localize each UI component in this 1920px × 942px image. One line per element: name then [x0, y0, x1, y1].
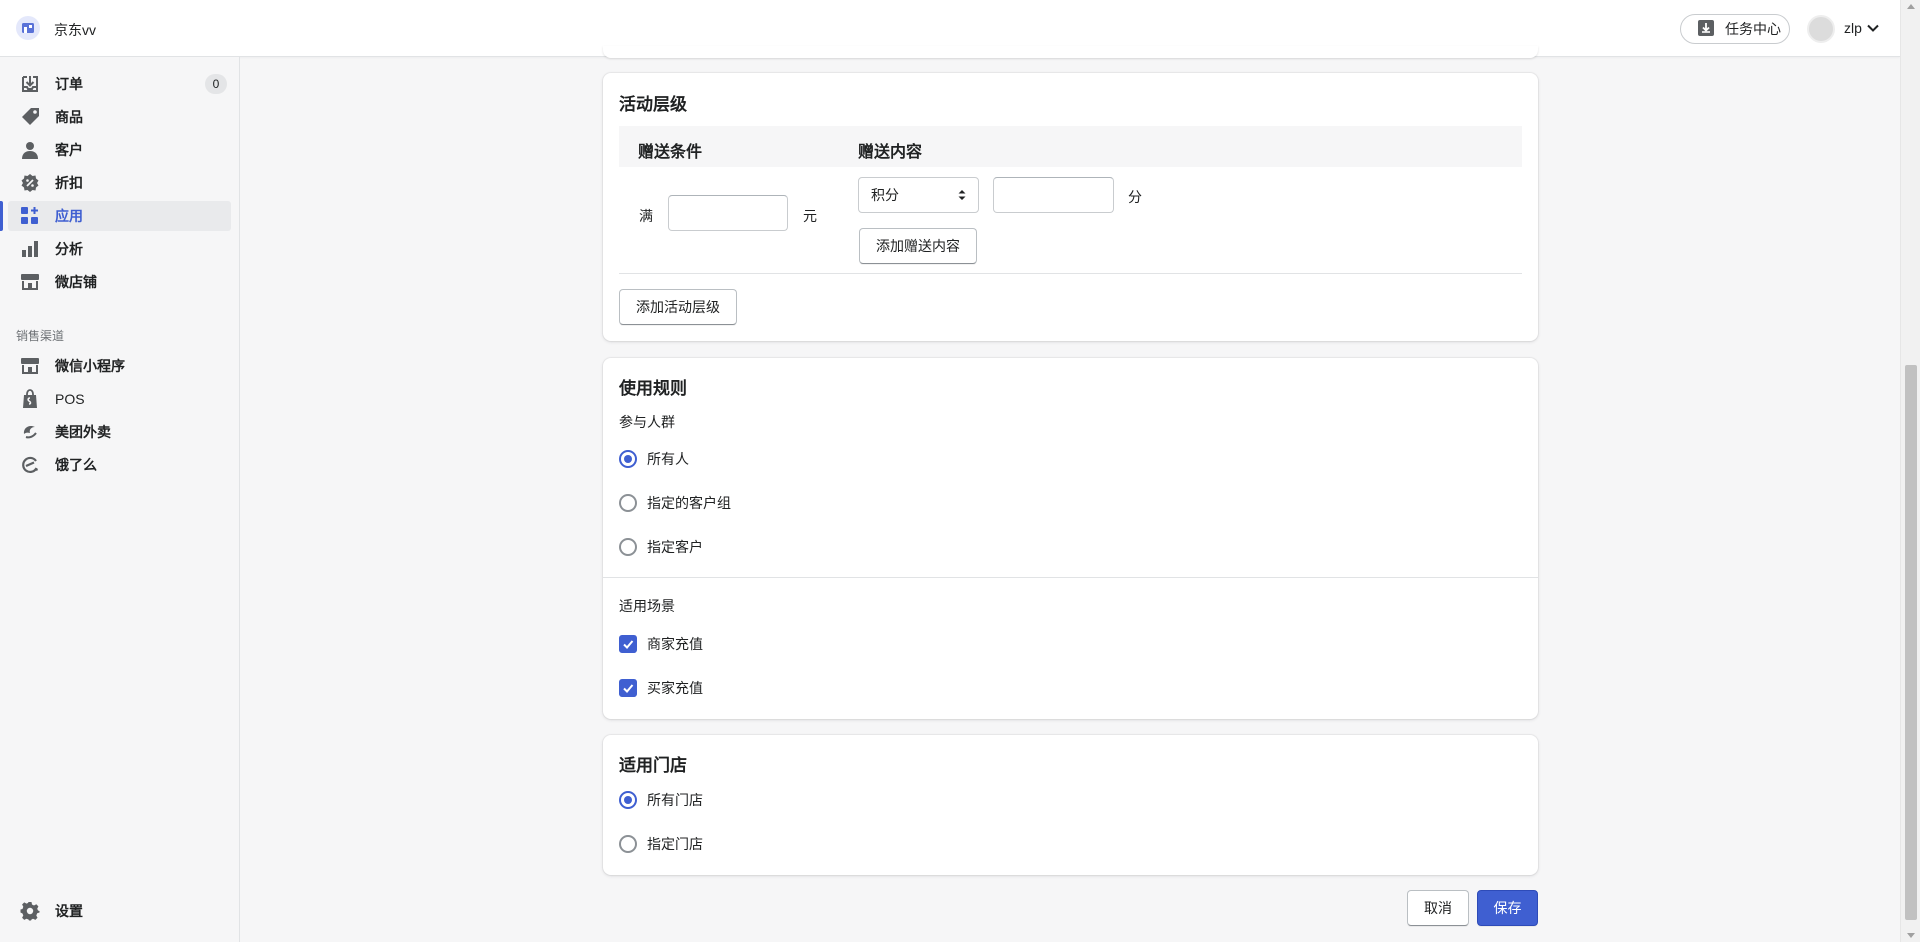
previous-card-edge — [603, 46, 1538, 58]
gear-icon — [19, 900, 41, 922]
sidebar-item-wechat-miniprogram[interactable]: 微信小程序 — [8, 351, 231, 381]
sidebar-item-label: 应用 — [55, 208, 83, 224]
sidebar-item-label: 美团外卖 — [55, 424, 111, 440]
sidebar-item-label: 客户 — [55, 142, 83, 158]
sidebar-item-label: 订单 — [55, 76, 83, 92]
task-center-label: 任务中心 — [1725, 21, 1781, 37]
add-gift-content-button[interactable]: 添加赠送内容 — [859, 228, 977, 264]
tier-divider — [619, 273, 1522, 274]
scroll-up-arrow-icon[interactable] — [1907, 4, 1915, 9]
task-center-button[interactable]: 任务中心 — [1680, 14, 1790, 44]
sidebar: 订单 0 商品 客户 折扣 应用 分析 微店铺 销售渠道 微信小程序 POS 美… — [0, 57, 240, 942]
checkbox-label: 商家充值 — [647, 636, 703, 652]
radio-unselected-icon[interactable] — [619, 494, 637, 512]
radio-selected-icon[interactable] — [619, 791, 637, 809]
shopping-bag-icon — [19, 388, 41, 410]
scroll-down-arrow-icon[interactable] — [1907, 933, 1915, 938]
radio-label: 指定客户 — [647, 539, 703, 555]
sidebar-item-settings[interactable]: 设置 — [8, 896, 231, 926]
gift-type-selected-value: 积分 — [871, 187, 899, 203]
sidebar-item-label: 微信小程序 — [55, 358, 125, 374]
prefix-full-label: 满 — [639, 208, 653, 224]
store-name[interactable]: 京东vv — [54, 20, 96, 40]
checkbox-checked-icon[interactable] — [619, 635, 637, 653]
audience-option-everyone[interactable]: 所有人 — [619, 449, 689, 469]
scene-option-merchant-recharge[interactable]: 商家充值 — [619, 634, 703, 654]
sidebar-item-orders[interactable]: 订单 0 — [8, 69, 231, 99]
radio-unselected-icon[interactable] — [619, 835, 637, 853]
sidebar-item-customers[interactable]: 客户 — [8, 135, 231, 165]
tag-icon — [19, 106, 41, 128]
orders-count-badge: 0 — [205, 74, 227, 94]
cancel-button[interactable]: 取消 — [1407, 890, 1469, 926]
select-arrows-icon — [958, 188, 966, 205]
rules-divider — [603, 577, 1538, 578]
condition-column-header: 赠送条件 — [638, 144, 703, 161]
activity-tiers-card: 活动层级 赠送条件 赠送内容 满 元 积分 分 添加赠送内容 添加活动层级 — [603, 73, 1538, 341]
sidebar-item-meituan[interactable]: 美团外卖 — [8, 417, 231, 447]
apps-icon — [19, 205, 41, 227]
checkbox-checked-icon[interactable] — [619, 679, 637, 697]
radio-label: 所有门店 — [647, 792, 703, 808]
radio-label: 指定门店 — [647, 836, 703, 852]
scene-option-buyer-recharge[interactable]: 买家充值 — [619, 678, 703, 698]
points-amount-input[interactable] — [993, 177, 1114, 213]
sidebar-item-microstore[interactable]: 微店铺 — [8, 267, 231, 297]
chevron-down-icon[interactable] — [1866, 21, 1880, 38]
checkbox-label: 买家充值 — [647, 680, 703, 696]
sidebar-item-discounts[interactable]: 折扣 — [8, 168, 231, 198]
storefront-icon — [19, 355, 41, 377]
order-download-icon — [19, 73, 41, 95]
user-avatar[interactable] — [1807, 15, 1835, 43]
storefront-icon — [19, 271, 41, 293]
sidebar-item-pos[interactable]: POS — [8, 384, 231, 414]
radio-label: 指定的客户组 — [647, 495, 731, 511]
card-title: 适用门店 — [619, 756, 687, 775]
scene-heading: 适用场景 — [619, 598, 675, 614]
sidebar-item-analytics[interactable]: 分析 — [8, 234, 231, 264]
sidebar-item-label: 商品 — [55, 109, 83, 125]
save-button[interactable]: 保存 — [1477, 890, 1538, 926]
store-option-specific[interactable]: 指定门店 — [619, 834, 703, 854]
eleme-icon — [19, 454, 41, 476]
sidebar-item-label: 分析 — [55, 241, 83, 257]
applicable-stores-card: 适用门店 所有门店 指定门店 — [603, 735, 1538, 875]
unit-points-label: 分 — [1128, 189, 1142, 205]
audience-option-specific-customers[interactable]: 指定客户 — [619, 537, 703, 557]
bar-chart-icon — [19, 238, 41, 260]
download-box-icon — [1697, 19, 1715, 40]
sidebar-item-label: 设置 — [55, 903, 83, 919]
sidebar-item-eleme[interactable]: 饿了么 — [8, 450, 231, 480]
radio-label: 所有人 — [647, 451, 689, 467]
store-option-all[interactable]: 所有门店 — [619, 790, 703, 810]
store-logo-icon[interactable] — [16, 16, 40, 40]
sidebar-item-label: 微店铺 — [55, 274, 97, 290]
sidebar-item-products[interactable]: 商品 — [8, 102, 231, 132]
sales-channels-heading: 销售渠道 — [16, 329, 65, 343]
meituan-icon — [19, 421, 41, 443]
content-column-header: 赠送内容 — [858, 144, 923, 161]
card-title: 活动层级 — [619, 95, 687, 114]
audience-heading: 参与人群 — [619, 414, 675, 430]
page-scrollbar[interactable] — [1900, 0, 1920, 942]
card-title: 使用规则 — [619, 379, 687, 398]
radio-selected-icon[interactable] — [619, 450, 637, 468]
add-activity-tier-button[interactable]: 添加活动层级 — [619, 289, 737, 325]
usage-rules-card: 使用规则 参与人群 所有人 指定的客户组 指定客户 适用场景 商家充值 买家充值 — [603, 358, 1538, 719]
scrollbar-thumb[interactable] — [1905, 365, 1917, 920]
discount-icon — [19, 172, 41, 194]
sidebar-item-label: POS — [55, 391, 85, 407]
threshold-amount-input[interactable] — [668, 195, 788, 231]
sidebar-item-apps[interactable]: 应用 — [0, 201, 231, 231]
radio-unselected-icon[interactable] — [619, 538, 637, 556]
user-name[interactable]: zlp — [1844, 20, 1862, 36]
person-icon — [19, 139, 41, 161]
audience-option-customer-group[interactable]: 指定的客户组 — [619, 493, 731, 513]
gift-type-select[interactable]: 积分 — [858, 177, 979, 213]
tier-table-header: 赠送条件 赠送内容 — [619, 126, 1522, 167]
unit-yuan-label: 元 — [803, 208, 817, 224]
sidebar-item-label: 折扣 — [55, 175, 83, 191]
sidebar-item-label: 饿了么 — [55, 457, 97, 473]
